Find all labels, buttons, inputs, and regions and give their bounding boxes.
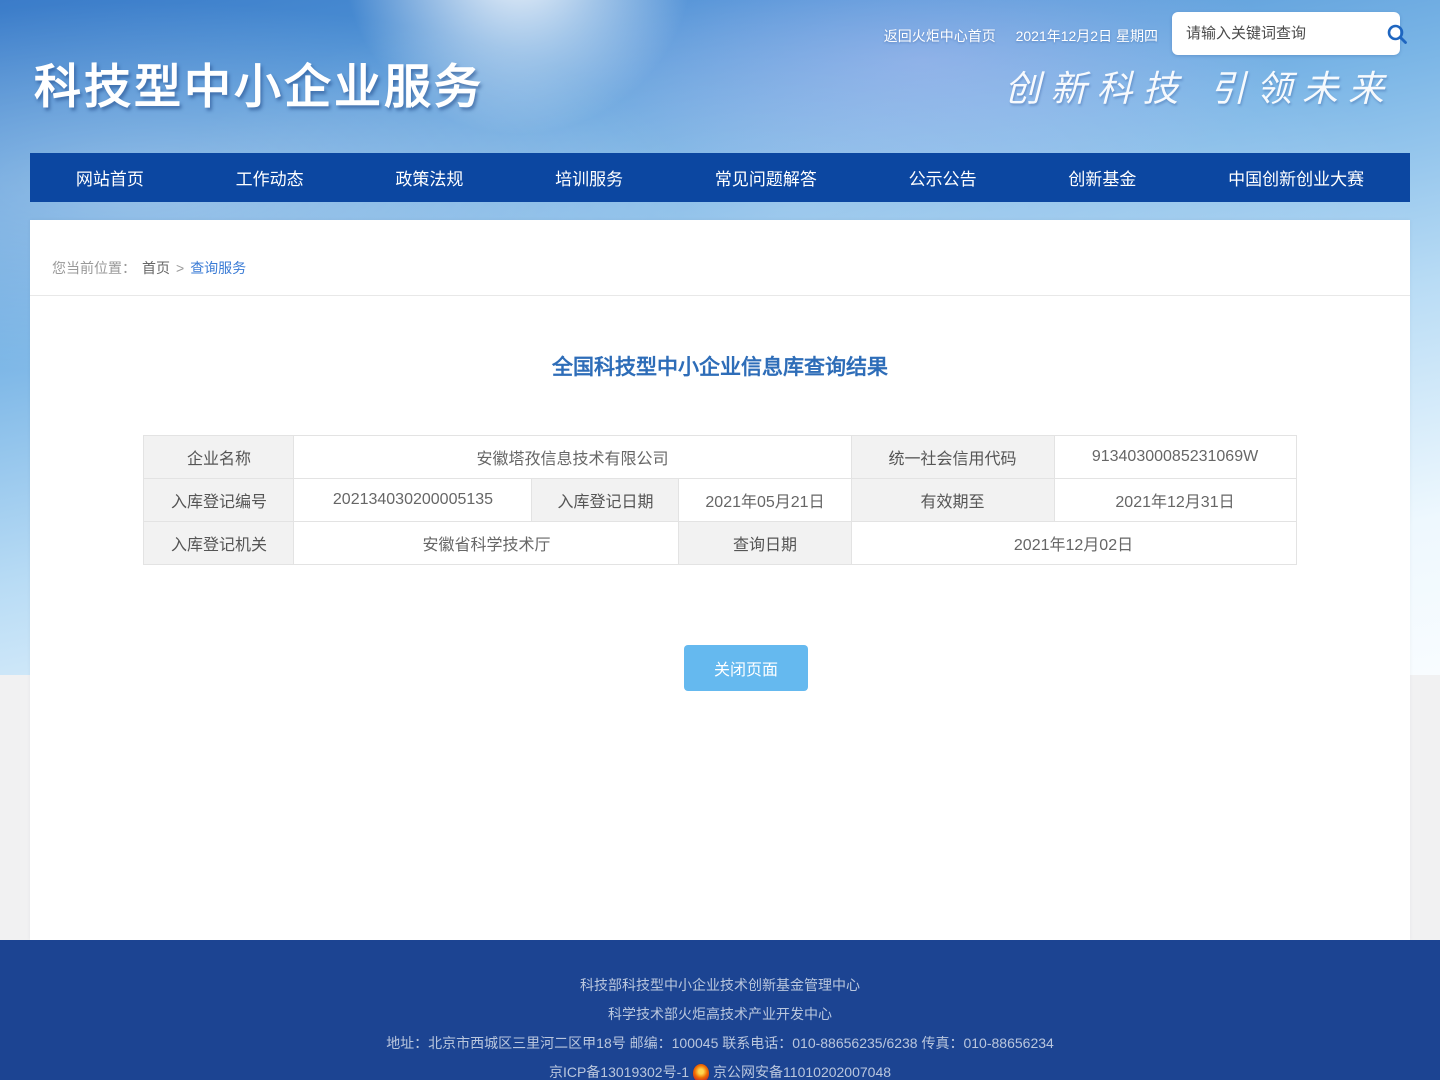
search-box (1172, 12, 1400, 55)
footer-registration-line: 京ICP备13019302号-1 京公网安备11010202007048 (0, 1058, 1440, 1080)
site-title: 科技型中小企业服务 (34, 48, 484, 117)
nav-item-work-news[interactable]: 工作动态 (228, 165, 312, 190)
table-row: 入库登记编号 202134030200005135 入库登记日期 2021年05… (144, 479, 1296, 522)
breadcrumb-prefix: 您当前位置： (52, 260, 136, 276)
valid-until-label: 有效期至 (851, 479, 1054, 522)
reg-authority-label: 入库登记机关 (144, 522, 294, 565)
reg-authority-value: 安徽省科学技术厅 (294, 522, 679, 565)
police-badge-icon (693, 1064, 709, 1080)
content-card: 您当前位置： 首页 > 查询服务 全国科技型中小企业信息库查询结果 企业名称 安徽塔孜… (30, 220, 1410, 940)
reg-number-label: 入库登记编号 (144, 479, 294, 522)
nav-item-announcements[interactable]: 公示公告 (901, 165, 985, 190)
table-row: 入库登记机关 安徽省科学技术厅 查询日期 2021年12月02日 (144, 522, 1296, 565)
nav-item-policies[interactable]: 政策法规 (387, 165, 471, 190)
table-row: 企业名称 安徽塔孜信息技术有限公司 统一社会信用代码 9134030008523… (144, 436, 1296, 479)
company-name-label: 企业名称 (144, 436, 294, 479)
nav-item-innovation-fund[interactable]: 创新基金 (1060, 165, 1144, 190)
footer-org-line-1: 科技部科技型中小企业技术创新基金管理中心 (0, 971, 1440, 1000)
icp-record-link[interactable]: 京ICP备13019302号-1 (549, 1058, 689, 1080)
nav-item-training[interactable]: 培训服务 (547, 165, 631, 190)
breadcrumb-current-link[interactable]: 查询服务 (190, 260, 246, 276)
query-result-table: 企业名称 安徽塔孜信息技术有限公司 统一社会信用代码 9134030008523… (143, 435, 1296, 565)
company-name-value: 安徽塔孜信息技术有限公司 (294, 436, 851, 479)
credit-code-label: 统一社会信用代码 (851, 436, 1054, 479)
breadcrumb-separator: > (176, 260, 184, 276)
button-row: 关闭页面 (30, 645, 1410, 731)
breadcrumb: 您当前位置： 首页 > 查询服务 (30, 220, 1410, 296)
close-page-button[interactable]: 关闭页面 (684, 645, 808, 691)
reg-date-label: 入库登记日期 (532, 479, 679, 522)
nav-item-faq[interactable]: 常见问题解答 (707, 165, 825, 190)
query-date-label: 查询日期 (679, 522, 851, 565)
nav-item-innovation-competition[interactable]: 中国创新创业大赛 (1220, 165, 1372, 190)
valid-until-value: 2021年12月31日 (1054, 479, 1296, 522)
site-header: 返回火炬中心首页 2021年12月2日 星期四 科技型中小企业服务 创新科技 引… (30, 0, 1410, 220)
footer-org-line-2: 科学技术部火炬高技术产业开发中心 (0, 1000, 1440, 1029)
site-footer: 科技部科技型中小企业技术创新基金管理中心 科学技术部火炬高技术产业开发中心 地址… (0, 940, 1440, 1080)
reg-date-value: 2021年05月21日 (679, 479, 851, 522)
torch-center-home-link[interactable]: 返回火炬中心首页 (884, 28, 996, 44)
utility-bar: 返回火炬中心首页 2021年12月2日 星期四 (884, 26, 1158, 46)
nav-item-home[interactable]: 网站首页 (68, 165, 152, 190)
footer-contact-line: 地址：北京市西城区三里河二区甲18号 邮编：100045 联系电话：010-88… (0, 1029, 1440, 1058)
current-date: 2021年12月2日 星期四 (1016, 28, 1158, 44)
search-button[interactable] (1385, 22, 1409, 46)
credit-code-value: 91340300085231069W (1054, 436, 1296, 479)
site-slogan: 创新科技 引领未来 (1005, 60, 1394, 112)
search-icon (1385, 22, 1409, 46)
main-nav: 网站首页 工作动态 政策法规 培训服务 常见问题解答 公示公告 创新基金 中国创… (30, 153, 1410, 202)
public-security-record-link[interactable]: 京公网安备11010202007048 (713, 1058, 891, 1080)
page: 返回火炬中心首页 2021年12月2日 星期四 科技型中小企业服务 创新科技 引… (0, 0, 1440, 1080)
breadcrumb-home-link[interactable]: 首页 (142, 260, 170, 276)
search-input[interactable] (1186, 25, 1385, 42)
query-date-value: 2021年12月02日 (851, 522, 1296, 565)
page-title: 全国科技型中小企业信息库查询结果 (30, 351, 1410, 381)
reg-number-value: 202134030200005135 (294, 479, 532, 522)
